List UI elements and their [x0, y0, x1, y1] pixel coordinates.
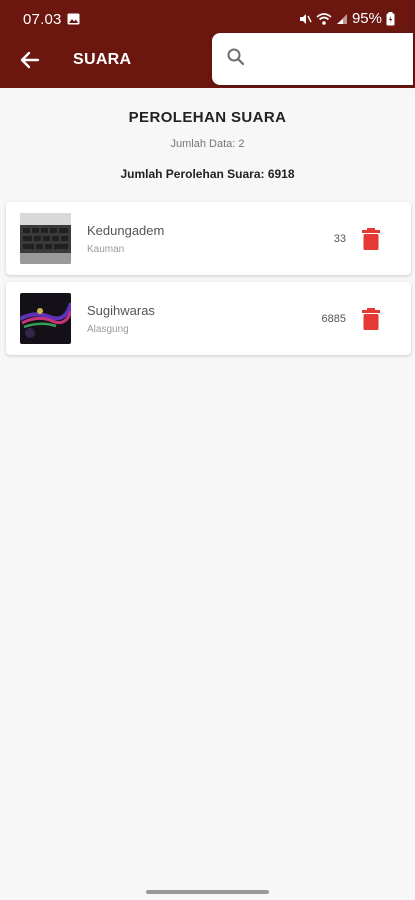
wifi-icon	[316, 12, 332, 25]
battery-percent: 95%	[351, 10, 382, 27]
back-arrow-icon[interactable]	[18, 48, 42, 72]
data-count: Jumlah Data: 2	[170, 138, 245, 150]
item-location: Alasgung	[87, 324, 129, 335]
item-name: Sugihwaras	[87, 303, 155, 318]
signal-icon	[336, 13, 347, 24]
total-votes: Jumlah Perolehan Suara: 6918	[120, 167, 295, 181]
list-item[interactable]: Sugihwaras Alasgung 6885	[6, 282, 411, 355]
list-item[interactable]: Kedungadem Kauman 33	[6, 202, 411, 275]
delete-icon[interactable]	[362, 228, 380, 250]
summary-heading: PEROLEHAN SUARA	[128, 109, 287, 126]
item-location: Kauman	[87, 244, 125, 255]
battery-icon	[386, 11, 395, 25]
rgb-light-photo	[20, 293, 71, 344]
item-name: Kedungadem	[87, 223, 165, 238]
home-indicator[interactable]	[146, 890, 269, 894]
search-box[interactable]	[212, 33, 413, 85]
search-icon	[227, 48, 245, 66]
status-time: 07.03	[23, 11, 62, 28]
item-votes: 6885	[321, 313, 346, 325]
page-title: SUARA	[73, 51, 132, 68]
status-icons: 95%	[298, 10, 395, 27]
search-input[interactable]	[256, 43, 410, 75]
gallery-notification-icon	[67, 13, 80, 25]
item-votes: 33	[333, 233, 346, 245]
delete-icon[interactable]	[362, 308, 380, 330]
keyboard-photo	[20, 213, 71, 264]
mute-icon	[299, 13, 312, 24]
